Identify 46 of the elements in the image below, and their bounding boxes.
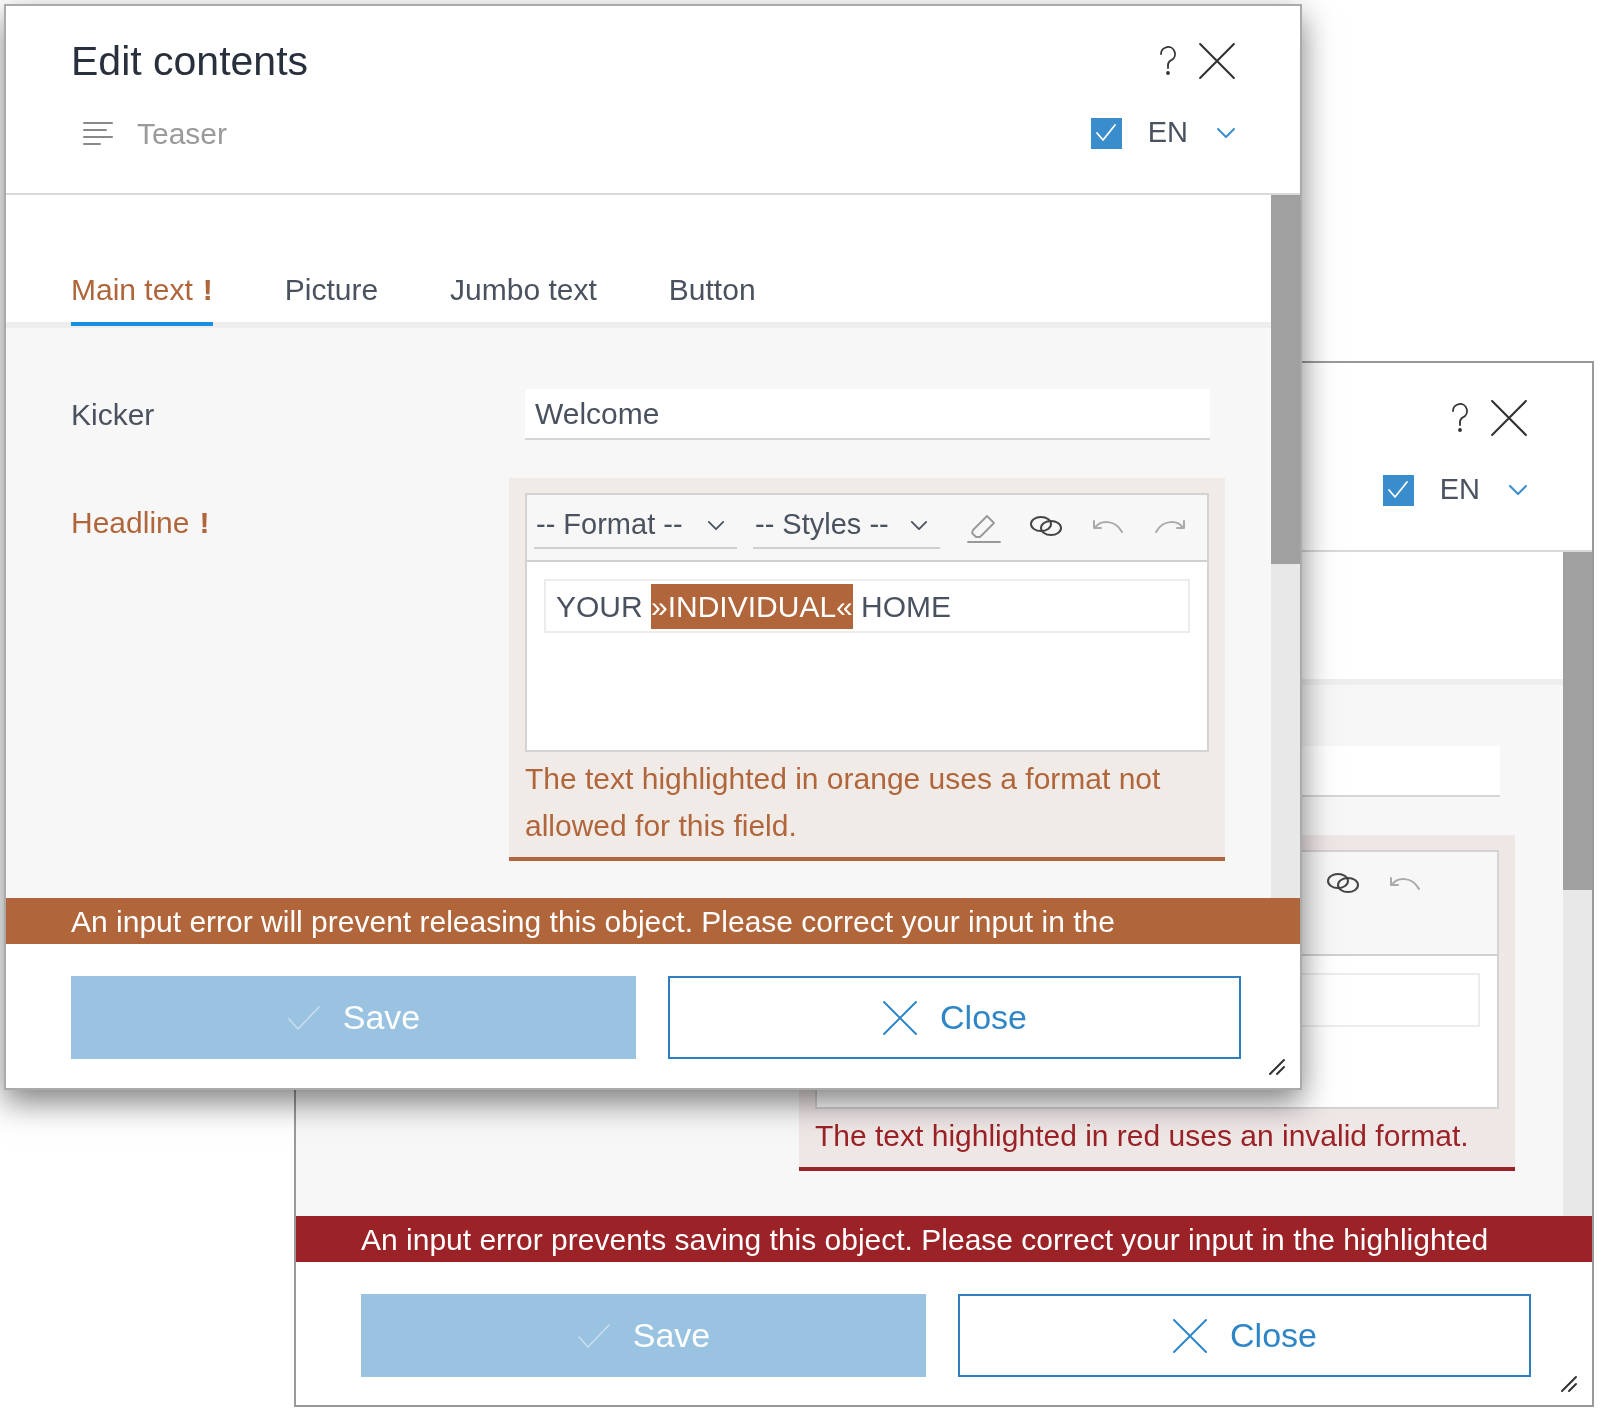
tab[interactable]: Button [668,256,756,326]
language-dropdown[interactable]: EN [1147,111,1236,155]
error-message: The text highlighted in orange uses a format not allowed for this field. [525,761,1162,844]
scrollbar[interactable] [1271,195,1300,898]
redo-icon [1155,519,1185,533]
resize-handle-icon [1268,1058,1286,1076]
undo-icon [1390,876,1420,890]
check-icon [286,1004,321,1031]
error-banner-text: An input error will prevent releasing this object. Please correct your input in the [71,903,1115,940]
help-icon [1450,403,1470,433]
resize-handle-icon [1560,1375,1578,1393]
close-icon [1172,1317,1209,1354]
tab[interactable]: Main text ! [71,256,213,326]
close-icon [1198,42,1236,80]
tab[interactable]: Picture [284,256,379,326]
language-checkbox[interactable] [1090,117,1122,149]
chevron-down-icon [707,519,725,531]
undo-icon [1093,519,1123,533]
tab[interactable]: Jumbo text [450,256,597,326]
link-icon [1326,870,1360,896]
lines-icon [83,120,113,146]
chevron-down-icon [1216,127,1236,139]
close-dialog-button[interactable]: Close [958,1294,1531,1377]
check-icon [576,1322,611,1349]
close-button[interactable] [1490,399,1528,437]
error-message: The text highlighted in red uses an invalid format. [815,1118,1470,1154]
link-icon [1029,513,1063,539]
chevron-down-icon [1508,484,1528,496]
styles-select[interactable]: -- Styles -- [753,503,940,549]
language-checkbox[interactable] [1382,474,1414,506]
rich-text-input[interactable]: YOUR »INDIVIDUAL« HOME [544,579,1190,633]
close-button[interactable] [1198,42,1236,80]
content-type-label: Teaser [137,115,228,152]
scrollbar[interactable] [1563,552,1592,1216]
close-dialog-button[interactable]: Close [668,976,1241,1059]
error-banner-text: An input error prevents saving this object. Please correct your input in the highlighted [361,1221,1489,1258]
field-label: Kicker [71,398,155,431]
dialog-title: Edit contents [71,40,309,82]
help-icon [1158,46,1178,76]
close-icon [882,999,919,1036]
field-label: Headline ! [71,506,210,539]
close-icon [1490,399,1528,437]
language-dropdown[interactable]: EN [1439,468,1528,512]
text-input[interactable]: Welcome [525,389,1210,440]
chevron-down-icon [910,519,928,531]
format-select[interactable]: -- Format -- [534,503,737,549]
